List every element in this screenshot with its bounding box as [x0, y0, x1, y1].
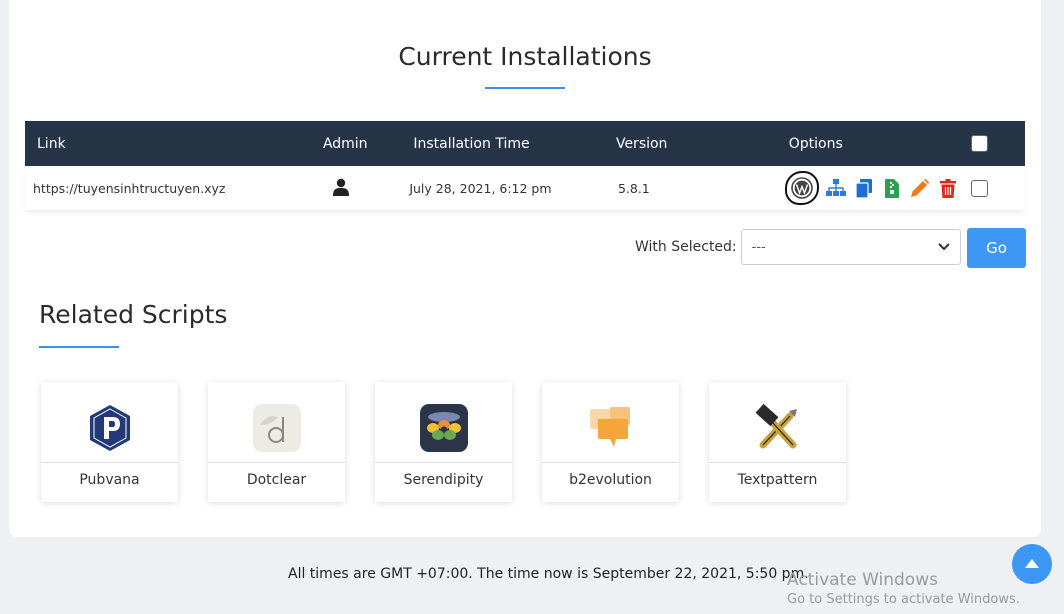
- installation-version: 5.8.1: [617, 180, 650, 196]
- with-selected-group: With Selected: ---: [635, 229, 961, 265]
- script-card-serendipity[interactable]: Serendipity: [375, 382, 512, 502]
- col-version: Version: [615, 135, 668, 152]
- windows-activation-watermark: Activate Windows Go to Settings to activ…: [787, 570, 1020, 607]
- dotclear-logo: [252, 403, 302, 453]
- col-link: Link: [37, 135, 66, 152]
- table-row: https://tuyensinhtructuyen.xyz July 28, …: [25, 166, 1025, 210]
- pubvana-logo: [85, 403, 135, 453]
- chevron-down-icon: [937, 240, 950, 255]
- card-divider: [208, 462, 345, 463]
- script-card-textpattern[interactable]: Textpattern: [709, 382, 846, 502]
- script-card-pubvana[interactable]: Pubvana: [41, 382, 178, 502]
- col-admin: Admin: [322, 135, 368, 152]
- user-icon[interactable]: [332, 178, 349, 199]
- card-divider: [375, 462, 512, 463]
- card-divider: [41, 462, 178, 463]
- with-selected-dropdown[interactable]: ---: [740, 229, 961, 265]
- related-scripts-list: Pubvana Dotclear Serendipity b2evolution: [41, 382, 846, 502]
- trash-icon[interactable]: [937, 177, 959, 199]
- admin-cell: [311, 166, 401, 210]
- script-name: Dotclear: [246, 472, 307, 488]
- title-underline: [485, 87, 565, 89]
- select-all-checkbox[interactable]: [970, 135, 988, 152]
- script-card-dotclear[interactable]: Dotclear: [208, 382, 345, 502]
- go-button[interactable]: Go: [967, 228, 1026, 268]
- wordpress-icon[interactable]: [784, 171, 819, 205]
- row-select-cell: [959, 166, 1025, 210]
- col-installation-time: Installation Time: [413, 135, 530, 152]
- script-card-b2evolution[interactable]: b2evolution: [542, 382, 679, 502]
- sitemap-icon[interactable]: [825, 177, 847, 199]
- related-scripts-title: Related Scripts: [39, 300, 228, 329]
- archive-icon[interactable]: [881, 177, 903, 199]
- installation-link[interactable]: https://tuyensinhtructuyen.xyz: [25, 166, 311, 210]
- installations-table: Link Admin Installation Time Version Opt…: [25, 121, 1025, 210]
- with-selected-value: ---: [751, 239, 766, 255]
- watermark-title: Activate Windows: [787, 570, 938, 590]
- with-selected-label: With Selected:: [635, 239, 737, 255]
- col-options: Options: [788, 135, 843, 152]
- options-cell: [777, 166, 959, 210]
- main-card: Current Installations Link Admin Install…: [9, 0, 1041, 537]
- script-name: b2evolution: [569, 472, 652, 488]
- caret-up-icon: [1025, 555, 1039, 573]
- script-name: Pubvana: [79, 472, 140, 488]
- card-divider: [709, 462, 846, 463]
- row-checkbox[interactable]: [970, 179, 988, 197]
- installation-time: July 28, 2021, 6:12 pm: [409, 180, 552, 196]
- title-underline: [39, 346, 119, 348]
- current-installations-title: Current Installations: [398, 42, 652, 71]
- card-divider: [542, 462, 679, 463]
- textpattern-logo: [753, 403, 803, 453]
- script-name: Serendipity: [403, 472, 484, 488]
- timezone-footer: All times are GMT +07:00. The time now i…: [288, 566, 809, 582]
- script-name: Textpattern: [737, 472, 818, 488]
- select-all-cell: [959, 121, 1025, 166]
- serendipity-logo: [419, 403, 469, 453]
- watermark-subtitle: Go to Settings to activate Windows.: [787, 592, 1020, 607]
- table-header-row: Link Admin Installation Time Version Opt…: [25, 121, 1025, 166]
- b2evolution-logo: [586, 403, 636, 453]
- copy-icon[interactable]: [853, 177, 875, 199]
- pencil-icon[interactable]: [909, 177, 931, 199]
